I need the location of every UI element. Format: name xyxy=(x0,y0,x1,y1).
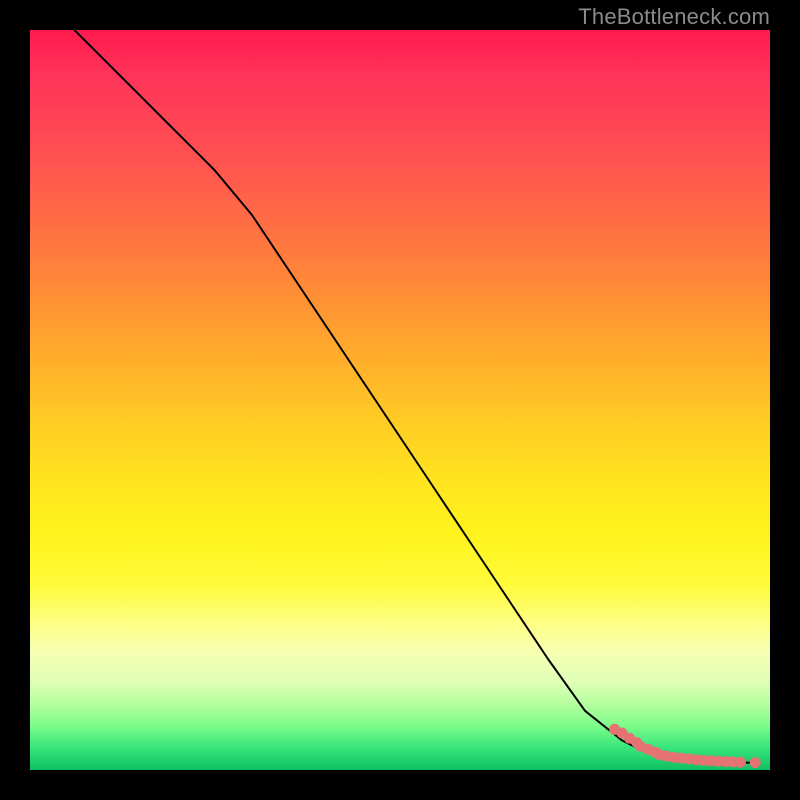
data-point xyxy=(631,737,642,748)
data-point xyxy=(676,753,687,764)
plot-area xyxy=(30,30,770,770)
data-point xyxy=(642,744,653,755)
data-point xyxy=(720,756,731,767)
chart-stage: TheBottleneck.com xyxy=(0,0,800,800)
data-point xyxy=(713,756,724,767)
data-point xyxy=(735,757,746,768)
data-point xyxy=(698,755,709,766)
data-point xyxy=(661,750,672,761)
line-series xyxy=(74,30,755,763)
data-point xyxy=(691,754,702,765)
data-point xyxy=(654,749,665,760)
data-point xyxy=(683,753,694,764)
data-point xyxy=(750,757,761,768)
data-point xyxy=(624,733,635,744)
chart-overlay xyxy=(30,30,770,770)
data-point xyxy=(635,741,646,752)
data-point xyxy=(650,747,661,758)
data-point xyxy=(609,724,620,735)
scatter-series xyxy=(609,724,761,768)
data-point xyxy=(705,755,716,766)
data-point xyxy=(617,728,628,739)
watermark-text: TheBottleneck.com xyxy=(578,4,770,30)
data-point xyxy=(728,756,739,767)
data-point xyxy=(668,752,679,763)
